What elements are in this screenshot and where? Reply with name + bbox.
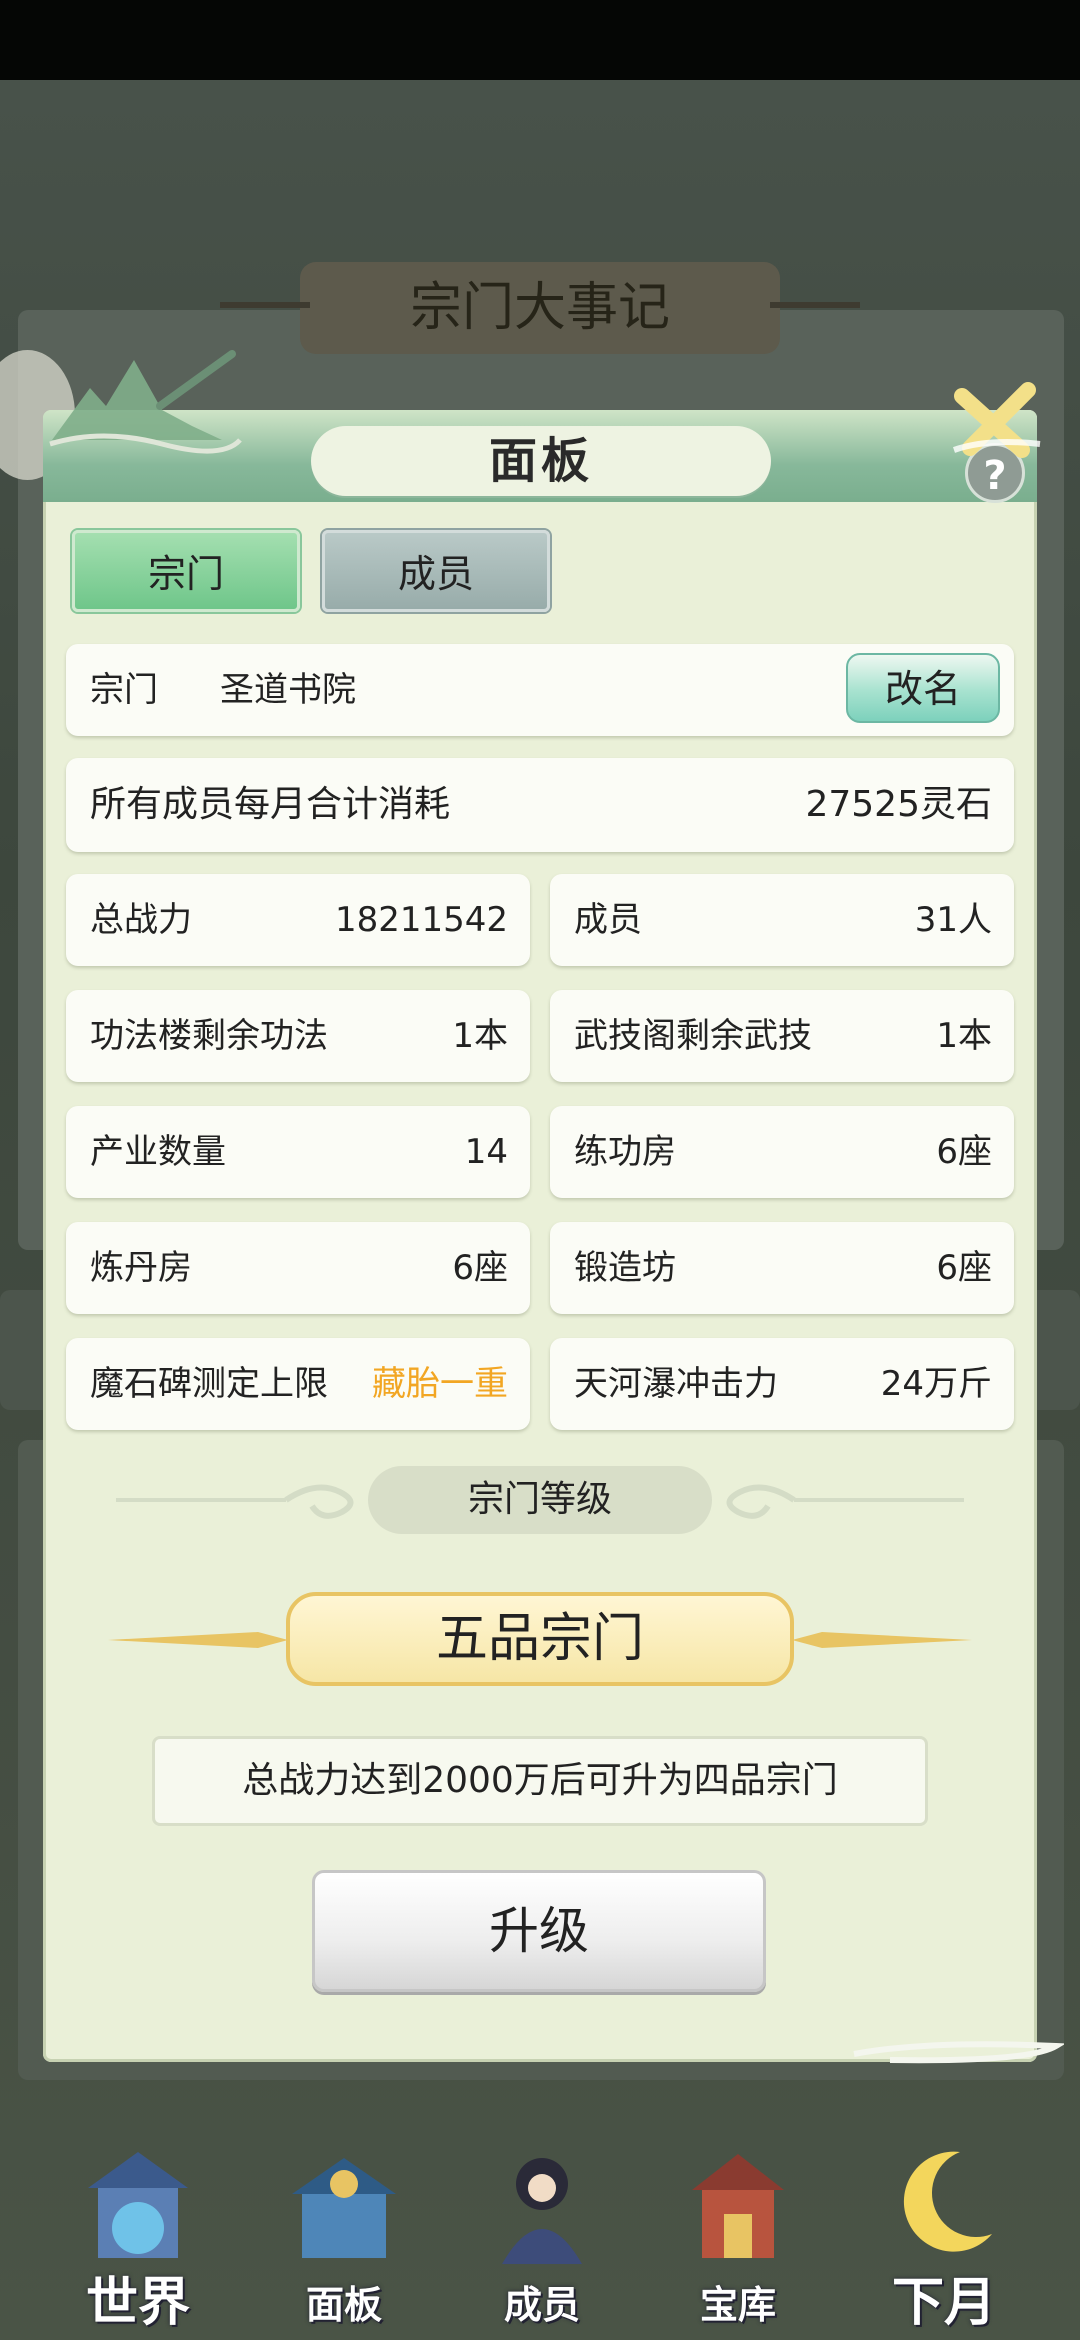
stat-members: 成员 31人: [550, 874, 1014, 966]
world-icon: [88, 2152, 188, 2258]
stat-training-rooms: 练功房 6座: [550, 1106, 1014, 1198]
stat-alchemy-rooms: 炼丹房 6座: [66, 1222, 530, 1314]
stat-label: 练功房: [574, 1132, 676, 1172]
stat-value: 31人: [914, 900, 992, 940]
tab-members[interactable]: 成员: [322, 530, 550, 612]
nav-label: 世界: [85, 2272, 190, 2333]
stat-value: 1本: [936, 1016, 992, 1056]
stat-value: 6座: [452, 1248, 508, 1288]
nav-treasury[interactable]: 宝库: [658, 2144, 818, 2340]
consumption-label: 所有成员每月合计消耗: [90, 784, 451, 825]
left-cloud-ornament: [116, 1484, 354, 1519]
stat-waterfall-impact: 天河瀑冲击力 24万斤: [550, 1338, 1014, 1430]
panel-title: 面板: [488, 433, 593, 489]
panel-icon: [292, 2158, 396, 2258]
nav-label: 成员: [503, 2282, 580, 2327]
rename-button[interactable]: 改名: [846, 653, 1000, 723]
upgrade-button[interactable]: 升级: [312, 1870, 766, 1992]
nav-panel[interactable]: 面板: [264, 2144, 424, 2340]
stat-skill-library: 功法楼剩余功法 1本: [66, 990, 530, 1082]
stat-label: 魔石碑测定上限: [90, 1364, 328, 1404]
treasury-icon: [692, 2154, 784, 2258]
stat-martial-pavilion: 武技阁剩余武技 1本: [550, 990, 1014, 1082]
stat-forge: 锻造坊 6座: [550, 1222, 1014, 1314]
left-wing-ornament: [108, 1632, 288, 1648]
stat-magic-stele: 魔石碑测定上限 藏胎一重: [66, 1338, 530, 1430]
nav-label: 宝库: [699, 2282, 776, 2327]
consumption-row: 所有成员每月合计消耗 27525灵石: [66, 758, 1014, 852]
stat-value: 24万斤: [880, 1364, 992, 1404]
nav-next-month[interactable]: 下月: [864, 2144, 1024, 2340]
stat-label: 总战力: [90, 900, 192, 940]
stat-value: 6座: [936, 1248, 992, 1288]
upgrade-requirement: 总战力达到2000万后可升为四品宗门: [152, 1736, 928, 1826]
next-month-icon: [903, 2151, 992, 2252]
sect-level-caption: 宗门等级: [368, 1466, 712, 1534]
nav-label: 面板: [305, 2282, 382, 2327]
stat-label: 武技阁剩余武技: [574, 1016, 812, 1056]
close-icon[interactable]: [948, 380, 1048, 464]
sect-rank-badge: 五品宗门: [286, 1592, 794, 1686]
stat-value: 6座: [936, 1132, 992, 1172]
right-cloud-ornament: [726, 1484, 964, 1519]
sect-name: 圣道书院: [220, 670, 356, 710]
member-icon: [502, 2158, 582, 2264]
stat-value: 18211542: [334, 900, 508, 940]
tab-sect[interactable]: 宗门: [72, 530, 300, 612]
stat-label: 天河瀑冲击力: [574, 1364, 778, 1404]
stat-label: 锻造坊: [574, 1248, 676, 1288]
background-title: 宗门大事记: [220, 262, 860, 354]
stat-value: 1本: [452, 1016, 508, 1056]
stat-label: 成员: [574, 900, 642, 940]
stat-label: 炼丹房: [90, 1248, 192, 1288]
nav-label: 下月: [891, 2272, 996, 2333]
sect-name-row: 宗门 圣道书院 改名: [66, 644, 1014, 736]
stat-value-highlight: 藏胎一重: [372, 1364, 508, 1404]
nav-members[interactable]: 成员: [462, 2144, 622, 2340]
brush-stroke-ornament: [853, 2041, 1064, 2064]
status-bar: [0, 0, 1080, 80]
nav-world[interactable]: 世界: [58, 2144, 218, 2340]
title-pill: 面板 ?: [311, 426, 1025, 503]
stat-label: 功法楼剩余功法: [90, 1016, 328, 1056]
sect-label: 宗门: [90, 670, 158, 710]
stat-value: 14: [464, 1132, 508, 1172]
mountain-sword-icon: [49, 350, 242, 454]
right-wing-ornament: [792, 1632, 972, 1648]
consumption-value: 27525灵石: [805, 784, 992, 825]
stat-total-power: 总战力 18211542: [66, 874, 530, 966]
stat-label: 产业数量: [90, 1132, 226, 1172]
stat-industries: 产业数量 14: [66, 1106, 530, 1198]
